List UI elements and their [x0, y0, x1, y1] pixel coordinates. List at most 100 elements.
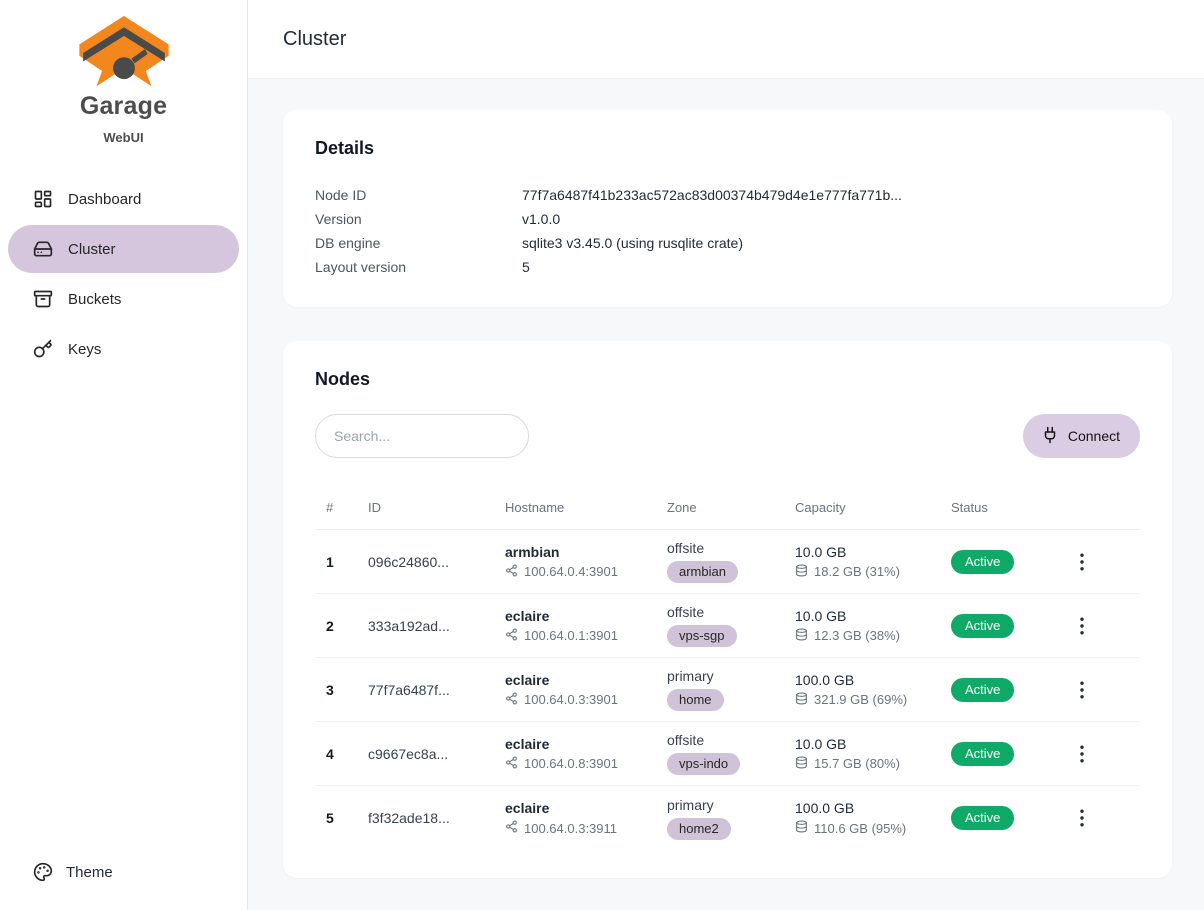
node-hostname-cell: eclaire 100.64.0.1:3901: [494, 608, 656, 644]
sidebar-item-label: Keys: [68, 341, 101, 358]
dashboard-icon: [33, 189, 53, 209]
node-usage: 12.3 GB (38%): [814, 628, 900, 643]
sidebar-item-label: Buckets: [68, 291, 121, 308]
kebab-icon: [1080, 553, 1084, 571]
node-index: 3: [315, 682, 357, 698]
brand-title: Garage: [8, 92, 239, 121]
node-id: f3f32ade18...: [357, 810, 494, 826]
node-status-cell: Active: [940, 678, 1066, 702]
row-menu-button[interactable]: [1066, 809, 1140, 827]
share-icon: [505, 628, 518, 644]
node-address: 100.64.0.4:3901: [524, 564, 618, 579]
brand: Garage WebUI: [8, 14, 239, 145]
status-badge: Active: [951, 678, 1014, 702]
node-hostname: eclaire: [505, 800, 656, 816]
status-badge: Active: [951, 806, 1014, 830]
details-row: Layout version 5: [315, 255, 1140, 279]
details-label: Layout version: [315, 255, 522, 279]
theme-label: Theme: [66, 864, 113, 881]
node-address-line: 100.64.0.1:3901: [505, 628, 656, 644]
keys-icon: [33, 339, 53, 359]
status-badge: Active: [951, 550, 1014, 574]
node-id: 096c24860...: [357, 554, 494, 570]
node-hostname: eclaire: [505, 672, 656, 688]
sidebar-item-keys[interactable]: Keys: [8, 325, 239, 373]
node-usage-line: 321.9 GB (69%): [795, 692, 940, 708]
node-status-cell: Active: [940, 550, 1066, 574]
node-address-line: 100.64.0.8:3901: [505, 756, 656, 772]
details-label: Version: [315, 207, 522, 231]
status-badge: Active: [951, 742, 1014, 766]
buckets-icon: [33, 289, 53, 309]
nodes-title: Nodes: [315, 369, 1140, 390]
node-zone: offsite: [667, 604, 784, 620]
node-id: 333a192ad...: [357, 618, 494, 634]
database-icon: [795, 820, 808, 836]
row-menu-button[interactable]: [1066, 617, 1140, 635]
zone-badge: vps-sgp: [667, 625, 737, 647]
kebab-icon: [1080, 617, 1084, 635]
zone-badge: armbian: [667, 561, 738, 583]
sidebar-nav: Dashboard Cluster Buckets Keys: [8, 175, 239, 375]
page-title: Cluster: [283, 28, 346, 51]
node-row: 4 c9667ec8a... eclaire 100.64.0.8:3901: [315, 722, 1140, 786]
status-badge: Active: [951, 614, 1014, 638]
cluster-icon: [33, 239, 53, 259]
node-address: 100.64.0.1:3901: [524, 628, 618, 643]
node-id: 77f7a6487f...: [357, 682, 494, 698]
zone-badge: vps-indo: [667, 753, 740, 775]
node-capacity-cell: 10.0 GB 12.3 GB (38%): [784, 608, 940, 644]
database-icon: [795, 628, 808, 644]
kebab-icon: [1080, 681, 1084, 699]
details-row: Version v1.0.0: [315, 207, 1140, 231]
theme-button[interactable]: Theme: [8, 852, 239, 892]
details-list: Node ID 77f7a6487f41b233ac572ac83d00374b…: [315, 183, 1140, 279]
sidebar-item-buckets[interactable]: Buckets: [8, 275, 239, 323]
sidebar-item-cluster[interactable]: Cluster: [8, 225, 239, 273]
column-header-id: ID: [357, 500, 494, 515]
row-menu-button[interactable]: [1066, 553, 1140, 571]
node-index: 4: [315, 746, 357, 762]
node-index: 1: [315, 554, 357, 570]
node-usage: 321.9 GB (69%): [814, 692, 907, 707]
node-zone-cell: offsite armbian: [656, 540, 784, 583]
database-icon: [795, 756, 808, 772]
table-header: # ID Hostname Zone Capacity Status: [315, 486, 1140, 530]
node-zone: primary: [667, 668, 784, 684]
topbar: Cluster: [248, 0, 1204, 79]
details-value: sqlite3 v3.45.0 (using rusqlite crate): [522, 231, 743, 255]
connect-button[interactable]: Connect: [1023, 414, 1140, 458]
node-row: 1 096c24860... armbian 100.64.0.4:3901: [315, 530, 1140, 594]
share-icon: [505, 692, 518, 708]
node-hostname: armbian: [505, 544, 656, 560]
column-header-capacity: Capacity: [784, 500, 940, 515]
node-hostname-cell: eclaire 100.64.0.3:3911: [494, 800, 656, 836]
node-capacity: 10.0 GB: [795, 736, 940, 752]
sidebar: Garage WebUI Dashboard Cluster Buckets: [0, 0, 248, 910]
column-header-status: Status: [940, 500, 1066, 515]
brand-subtitle: WebUI: [8, 130, 239, 145]
node-address-line: 100.64.0.3:3901: [505, 692, 656, 708]
details-title: Details: [315, 138, 1140, 159]
main-area: Cluster Details Node ID 77f7a6487f41b233…: [248, 0, 1204, 910]
node-capacity: 10.0 GB: [795, 544, 940, 560]
node-hostname: eclaire: [505, 608, 656, 624]
row-menu-button[interactable]: [1066, 681, 1140, 699]
row-menu-button[interactable]: [1066, 745, 1140, 763]
details-value: 5: [522, 255, 530, 279]
database-icon: [795, 564, 808, 580]
node-row: 2 333a192ad... eclaire 100.64.0.1:3901: [315, 594, 1140, 658]
details-row: DB engine sqlite3 v3.45.0 (using rusqlit…: [315, 231, 1140, 255]
kebab-icon: [1080, 745, 1084, 763]
node-capacity-cell: 100.0 GB 110.6 GB (95%): [784, 800, 940, 836]
node-id: c9667ec8a...: [357, 746, 494, 762]
node-zone: offsite: [667, 540, 784, 556]
database-icon: [795, 692, 808, 708]
sidebar-item-dashboard[interactable]: Dashboard: [8, 175, 239, 223]
search-input[interactable]: [315, 414, 529, 458]
node-capacity: 100.0 GB: [795, 800, 940, 816]
node-status-cell: Active: [940, 742, 1066, 766]
sidebar-item-label: Cluster: [68, 241, 116, 258]
details-value: v1.0.0: [522, 207, 560, 231]
share-icon: [505, 820, 518, 836]
